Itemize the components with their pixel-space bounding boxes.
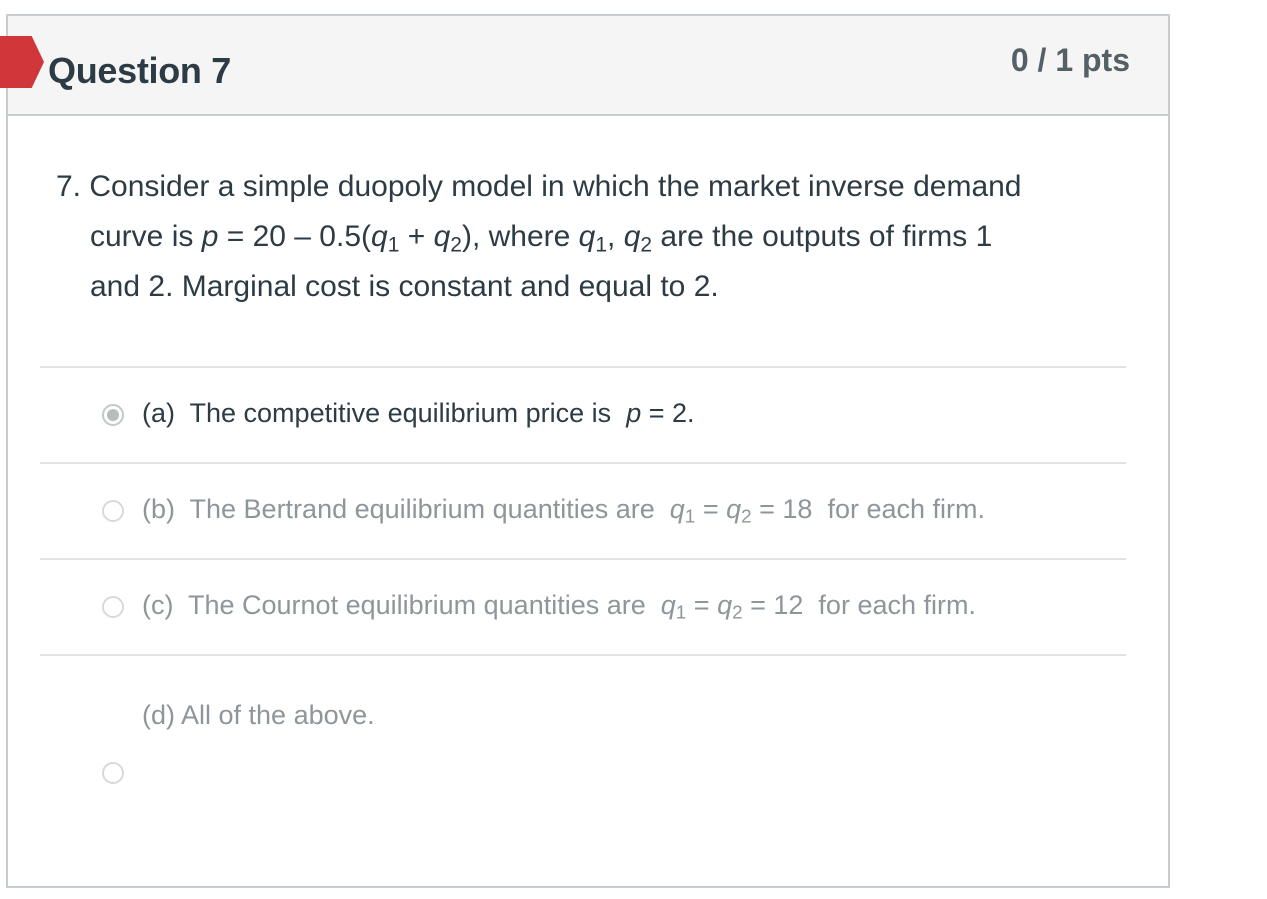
answer-option-b[interactable]: (b) The Bertrand equilibrium quantities … <box>40 462 1126 558</box>
answer-option-a[interactable]: (a) The competitive equilibrium price is… <box>40 366 1126 462</box>
radio-icon[interactable] <box>102 596 124 618</box>
answer-label: (a) The competitive equilibrium price is… <box>142 398 695 428</box>
firm-outputs: q1, q2 <box>578 220 653 257</box>
radio-icon[interactable] <box>102 762 124 784</box>
answer-label: (c) The Cournot equilibrium quantities a… <box>142 590 976 624</box>
question-header: Question 7 0 / 1 pts <box>0 16 1168 116</box>
question-text-line-1: 7. Consider a simple duopoly model in wh… <box>56 170 1022 203</box>
answer-label: (b) The Bertrand equilibrium quantities … <box>142 494 985 528</box>
question-text: 7. Consider a simple duopoly model in wh… <box>56 162 1116 312</box>
question-title: Question 7 <box>48 50 232 91</box>
question-text-line-3: and 2. Marginal cost is constant and equ… <box>90 270 719 303</box>
answer-label: (d) All of the above. <box>142 700 375 730</box>
incorrect-flag-icon <box>0 36 44 88</box>
radio-selected-icon[interactable] <box>102 404 124 426</box>
question-text-line-2: curve is p = 20 – 0.5(q1 + q2), where q1… <box>56 212 1116 262</box>
answer-list: (a) The competitive equilibrium price is… <box>40 366 1126 864</box>
radio-icon[interactable] <box>102 500 124 522</box>
question-text-segment: where <box>480 220 579 253</box>
question-text-segment: curve is <box>90 220 202 253</box>
question-text-segment: are the outputs of firms 1 <box>652 220 993 253</box>
answer-option-c[interactable]: (c) The Cournot equilibrium quantities a… <box>40 558 1126 654</box>
answer-option-d[interactable]: (d) All of the above. <box>40 654 1126 864</box>
question-points: 0 / 1 pts <box>1010 42 1130 78</box>
demand-equation: p = 20 – 0.5(q1 + q2), <box>201 220 481 257</box>
